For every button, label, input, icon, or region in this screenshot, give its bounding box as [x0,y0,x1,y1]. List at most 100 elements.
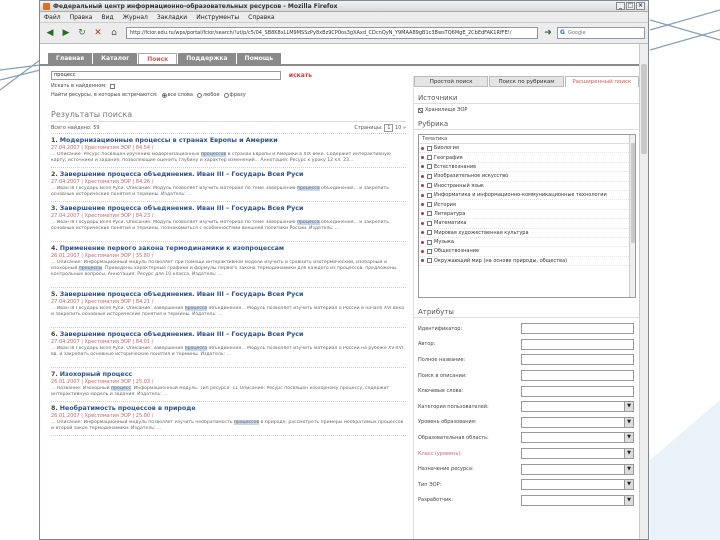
expand-icon[interactable] [421,259,424,263]
close-icon[interactable]: × [636,2,645,10]
home-icon[interactable]: ⌂ [107,26,121,40]
stop-icon[interactable]: ✕ [91,26,105,40]
keywords-input[interactable] [521,385,634,397]
topic-checkbox[interactable] [427,230,432,236]
resource-purpose-select[interactable] [521,463,634,475]
topic-list-scrollbar[interactable] [629,135,635,297]
result-title[interactable]: 7. Изохорный процесс [51,371,406,378]
topic-item[interactable]: Математика [419,219,635,229]
topic-item[interactable]: Мировая художественная культура [419,229,635,238]
menu-view[interactable]: Вид [101,14,113,21]
author-input[interactable] [521,338,634,350]
topic-checkbox[interactable] [427,258,432,264]
education-level-select[interactable] [521,416,634,428]
expand-icon[interactable] [421,212,424,216]
topic-item[interactable]: Окружающий мир (на основе природы, общес… [419,257,635,267]
pager-current[interactable]: 1 [384,124,394,132]
page-scrollbar[interactable] [639,44,648,539]
expand-icon[interactable] [421,174,424,178]
nav-tab-help[interactable]: Помощь [236,53,282,64]
forward-icon[interactable]: ▶ [59,26,73,40]
topic-checkbox[interactable] [427,220,432,226]
result-title[interactable]: 1. Модернизационные процессы в странах Ев… [51,137,406,144]
resource-type-select[interactable] [521,479,634,491]
topic-item[interactable]: География [419,153,635,163]
topic-checkbox[interactable] [427,155,432,161]
menu-edit[interactable]: Правка [70,14,93,21]
tab-advanced-search[interactable]: Расширенный поиск [564,76,639,87]
topic-checkbox[interactable] [427,202,432,208]
expand-icon[interactable] [421,146,424,150]
go-icon[interactable]: ➜ [541,26,555,40]
expand-icon[interactable] [421,240,424,244]
topic-item[interactable]: История [419,200,635,210]
tab-rubric-search[interactable]: Поиск по рубрикам [489,76,564,87]
radio-any-word[interactable] [196,92,202,98]
topic-item[interactable]: Изобразительное искусство [419,172,635,182]
topic-item[interactable]: Обществознание [419,247,635,257]
expand-icon[interactable] [421,231,424,235]
nav-tab-home[interactable]: Главная [48,53,93,64]
topic-checkbox[interactable] [427,145,432,151]
back-icon[interactable]: ◀ [43,26,57,40]
topic-item[interactable]: Музыка [419,238,635,248]
menu-tools[interactable]: Инструменты [196,14,239,21]
minimize-icon[interactable]: _ [616,2,625,10]
topic-item[interactable]: Литература [419,210,635,220]
result-title[interactable]: 3. Завершение процесса объединения. Иван … [51,205,406,212]
topic-checkbox[interactable] [427,183,432,189]
pager-next-icon[interactable]: » [403,125,406,131]
grade-select[interactable] [521,448,634,460]
nav-tab-support[interactable]: Поддержка [178,53,236,64]
tab-simple-search[interactable]: Простой поиск [414,76,489,87]
topic-item[interactable]: Естествознание [419,163,635,173]
search-in-found-checkbox[interactable] [109,83,115,89]
menu-file[interactable]: Файл [44,14,61,21]
developer-select[interactable] [521,494,634,506]
expand-icon[interactable] [421,193,424,197]
web-search-input[interactable]: G Google [557,27,645,39]
full-title-input[interactable] [521,354,634,366]
expand-icon[interactable] [421,165,424,169]
result-title[interactable]: 2. Завершение процесса объединения. Иван … [51,171,406,178]
subject-area-select[interactable] [521,432,634,444]
search-button[interactable]: искать [289,72,312,79]
topic-item[interactable]: Биология [419,144,635,154]
expand-icon[interactable] [421,249,424,253]
description-search-input[interactable] [521,370,634,382]
expand-icon[interactable] [421,156,424,160]
maximize-icon[interactable]: □ [626,2,635,10]
expand-icon[interactable] [421,203,424,207]
topic-item[interactable]: Информатика и информационно-коммуникацио… [419,191,635,201]
expand-icon[interactable] [421,184,424,188]
topic-checkbox[interactable] [427,211,432,217]
reload-icon[interactable]: ↻ [75,26,89,40]
page-content: Главная Каталог Поиск Поддержка Помощь п… [40,44,640,539]
menu-history[interactable]: Журнал [123,14,148,21]
expand-icon[interactable] [421,221,424,225]
result-title[interactable]: 8. Необратимость процессов в природе [51,405,406,412]
user-category-select[interactable] [521,401,634,413]
search-input[interactable]: процесс [51,71,281,80]
menu-bookmarks[interactable]: Закладки [157,14,187,21]
pager-next[interactable]: 10 [395,125,401,131]
topic-checkbox[interactable] [427,248,432,254]
topic-checkbox[interactable] [427,239,432,245]
nav-tab-catalog[interactable]: Каталог [93,53,138,64]
topic-list-scroll-thumb[interactable] [631,143,635,243]
address-bar[interactable]: http://fcior.edu.ru/wps/portal/fcior/sea… [126,27,538,39]
topic-checkbox[interactable] [427,173,432,179]
topic-checkbox[interactable] [427,192,432,198]
result-title[interactable]: 4. Применение первого закона термодинамик… [51,245,406,252]
topic-checkbox[interactable] [427,164,432,170]
identifier-input[interactable] [521,323,634,335]
radio-phrase[interactable] [223,92,229,98]
nav-tab-search[interactable]: Поиск [138,53,178,64]
topic-item[interactable]: Иностранный язык [419,182,635,191]
menu-help[interactable]: Справка [248,14,274,21]
result-title[interactable]: 5. Завершение процесса объединения. Иван … [51,291,406,298]
source-checkbox[interactable] [418,107,423,113]
result-title[interactable]: 6. Завершение процесса объединения. Иван … [51,331,406,338]
page-scroll-thumb[interactable] [641,64,647,154]
radio-all-words[interactable] [161,92,167,98]
